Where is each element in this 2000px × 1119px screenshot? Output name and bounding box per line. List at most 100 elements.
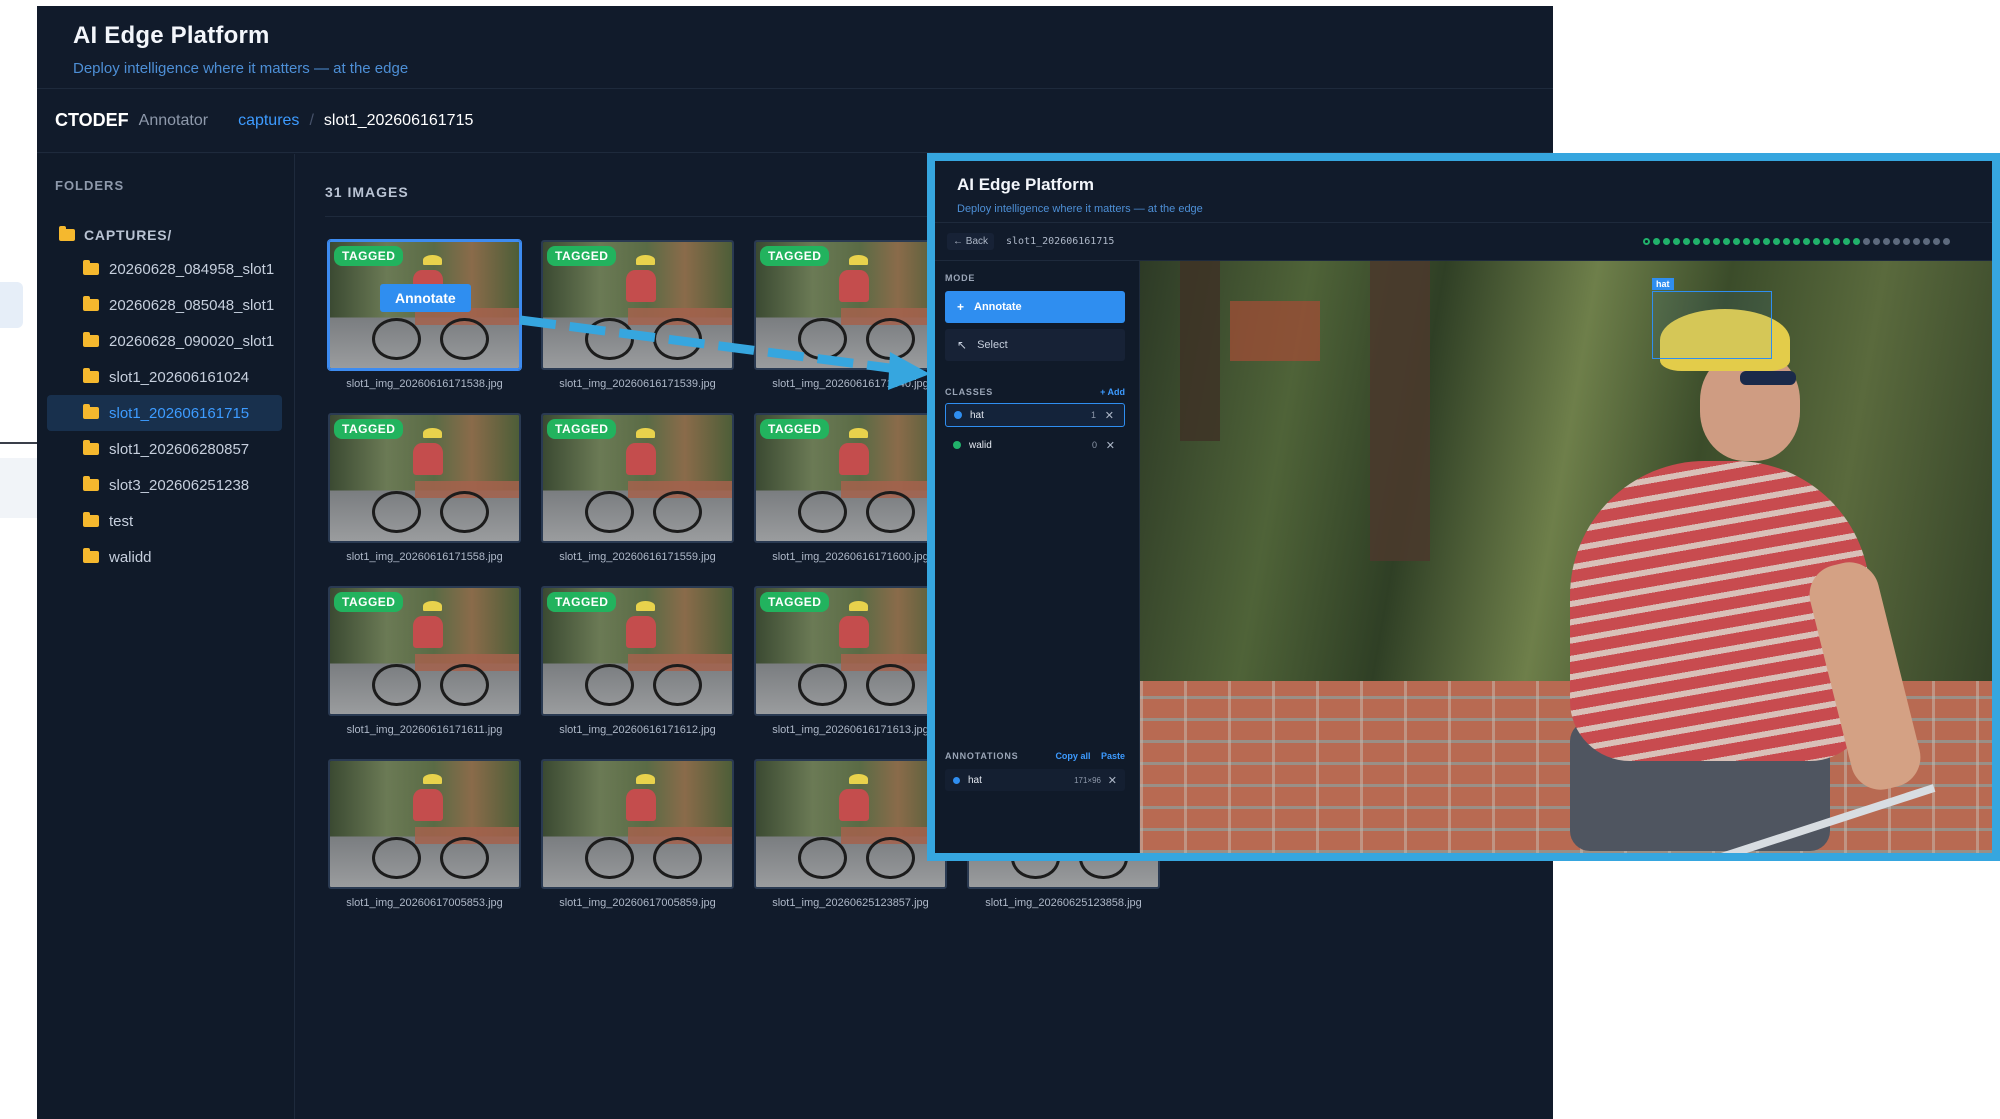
folder-root-label: CAPTURES/: [84, 227, 173, 243]
close-icon[interactable]: ✕: [1108, 774, 1117, 787]
thumbnail-scene: [839, 269, 870, 303]
image-thumbnail[interactable]: TAGGED slot1_img_20260616171539.jpg: [541, 240, 734, 390]
progress-dot[interactable]: [1833, 238, 1840, 245]
progress-dot[interactable]: [1713, 238, 1720, 245]
folder-item[interactable]: slot1_202606280857: [47, 431, 282, 467]
thumbnail-image[interactable]: [754, 759, 947, 889]
annotation-canvas[interactable]: hat: [1140, 261, 1992, 853]
progress-dot[interactable]: [1863, 238, 1870, 245]
progress-dot[interactable]: [1893, 238, 1900, 245]
annotator-sidebar: MODE + Annotate ↖ Select CLASSES + Add h…: [935, 261, 1140, 853]
image-thumbnail[interactable]: TAGGED slot1_img_20260616171611.jpg: [328, 586, 521, 736]
progress-dot[interactable]: [1683, 238, 1690, 245]
brand-logo[interactable]: CTODEF: [55, 110, 129, 131]
image-progress-dots[interactable]: [1643, 238, 1950, 245]
close-icon[interactable]: ✕: [1106, 439, 1115, 452]
thumbnail-filename: slot1_img_20260617005853.jpg: [346, 897, 503, 909]
thumbnail-image[interactable]: [328, 759, 521, 889]
folder-label: slot1_202606161715: [109, 404, 250, 422]
folder-label: slot3_202606251238: [109, 476, 250, 494]
folder-item[interactable]: 20260628_084958_slot1: [47, 251, 282, 287]
image-thumbnail[interactable]: TAGGED slot1_img_20260616171538.jpg: [328, 240, 521, 390]
image-thumbnail[interactable]: TAGGED slot1_img_20260616171600.jpg: [754, 413, 947, 563]
progress-dot[interactable]: [1803, 238, 1810, 245]
thumbnail-image[interactable]: TAGGED: [328, 586, 521, 716]
folder-item[interactable]: slot1_202606161715: [47, 395, 282, 431]
progress-dot[interactable]: [1743, 238, 1750, 245]
progress-dot[interactable]: [1673, 238, 1680, 245]
folder-item[interactable]: slot1_202606161024: [47, 359, 282, 395]
thumbnail-image[interactable]: TAGGED: [541, 240, 734, 370]
progress-dot[interactable]: [1783, 238, 1790, 245]
thumbnail-image[interactable]: TAGGED: [754, 240, 947, 370]
progress-dot[interactable]: [1943, 238, 1950, 245]
folder-item[interactable]: walidd: [47, 539, 282, 575]
thumbnail-filename: slot1_img_20260616171538.jpg: [346, 378, 503, 390]
progress-dot[interactable]: [1643, 238, 1650, 245]
thumbnail-image[interactable]: TAGGED: [541, 586, 734, 716]
progress-dot[interactable]: [1823, 238, 1830, 245]
thumbnail-image[interactable]: TAGGED: [754, 413, 947, 543]
progress-dot[interactable]: [1873, 238, 1880, 245]
folder-label: slot1_202606280857: [109, 440, 250, 458]
progress-dot[interactable]: [1723, 238, 1730, 245]
folder-item[interactable]: test: [47, 503, 282, 539]
folder-item[interactable]: 20260628_090020_slot1: [47, 323, 282, 359]
annotate-mode-label: Annotate: [974, 301, 1022, 313]
thumbnail-scene: [848, 254, 868, 265]
add-class-button[interactable]: + Add: [1100, 387, 1125, 397]
progress-dot[interactable]: [1843, 238, 1850, 245]
thumbnail-scene: [371, 317, 421, 361]
progress-dot[interactable]: [1813, 238, 1820, 245]
progress-dot[interactable]: [1703, 238, 1710, 245]
image-thumbnail[interactable]: TAGGED slot1_img_20260616171612.jpg: [541, 586, 734, 736]
progress-dot[interactable]: [1923, 238, 1930, 245]
folder-label: slot1_202606161024: [109, 368, 250, 386]
progress-dot[interactable]: [1733, 238, 1740, 245]
thumbnail-filename: slot1_img_20260617005859.jpg: [559, 897, 716, 909]
app-title: AI Edge Platform: [73, 22, 270, 49]
annotate-mode-button[interactable]: + Annotate: [945, 291, 1125, 323]
image-thumbnail[interactable]: slot1_img_20260617005853.jpg: [328, 759, 521, 909]
annotator-toolbar: ← Back slot1_202606161715: [935, 223, 1992, 261]
thumbnail-image[interactable]: TAGGED: [328, 413, 521, 543]
annotation-item[interactable]: hat 171×96 ✕: [945, 769, 1125, 791]
progress-dot[interactable]: [1903, 238, 1910, 245]
copy-all-button[interactable]: Copy all: [1055, 751, 1090, 761]
progress-dot[interactable]: [1853, 238, 1860, 245]
back-button[interactable]: ← Back: [947, 233, 995, 250]
folder-root[interactable]: CAPTURES/: [37, 223, 294, 247]
progress-dot[interactable]: [1883, 238, 1890, 245]
annotator-title: AI Edge Platform: [957, 175, 1094, 194]
select-mode-button[interactable]: ↖ Select: [945, 329, 1125, 361]
folder-item[interactable]: 20260628_085048_slot1: [47, 287, 282, 323]
paste-button[interactable]: Paste: [1101, 751, 1125, 761]
progress-dot[interactable]: [1793, 238, 1800, 245]
progress-dot[interactable]: [1933, 238, 1940, 245]
progress-dot[interactable]: [1773, 238, 1780, 245]
image-thumbnail[interactable]: TAGGED slot1_img_20260616171558.jpg: [328, 413, 521, 563]
progress-dot[interactable]: [1693, 238, 1700, 245]
close-icon[interactable]: ✕: [1105, 409, 1114, 422]
image-thumbnail[interactable]: slot1_img_20260625123857.jpg: [754, 759, 947, 909]
image-thumbnail[interactable]: slot1_img_20260617005859.jpg: [541, 759, 734, 909]
progress-dot[interactable]: [1663, 238, 1670, 245]
bounding-box[interactable]: hat: [1652, 278, 1772, 359]
thumbnail-image[interactable]: [541, 759, 734, 889]
image-thumbnail[interactable]: TAGGED slot1_img_20260616171613.jpg: [754, 586, 947, 736]
progress-dot[interactable]: [1653, 238, 1660, 245]
image-thumbnail[interactable]: TAGGED slot1_img_20260616171559.jpg: [541, 413, 734, 563]
folder-icon: [83, 260, 99, 275]
folder-icon: [83, 476, 99, 491]
breadcrumb-captures-link[interactable]: captures: [238, 112, 299, 130]
image-thumbnail[interactable]: TAGGED slot1_img_20260616171540.jpg: [754, 240, 947, 390]
thumbnail-image[interactable]: TAGGED: [754, 586, 947, 716]
thumbnail-image[interactable]: TAGGED: [541, 413, 734, 543]
class-item[interactable]: hat 1 ✕: [945, 403, 1125, 427]
folder-item[interactable]: slot3_202606251238: [47, 467, 282, 503]
background-fragment: [0, 282, 23, 328]
progress-dot[interactable]: [1913, 238, 1920, 245]
progress-dot[interactable]: [1753, 238, 1760, 245]
class-item[interactable]: walid 0 ✕: [945, 433, 1125, 457]
progress-dot[interactable]: [1763, 238, 1770, 245]
